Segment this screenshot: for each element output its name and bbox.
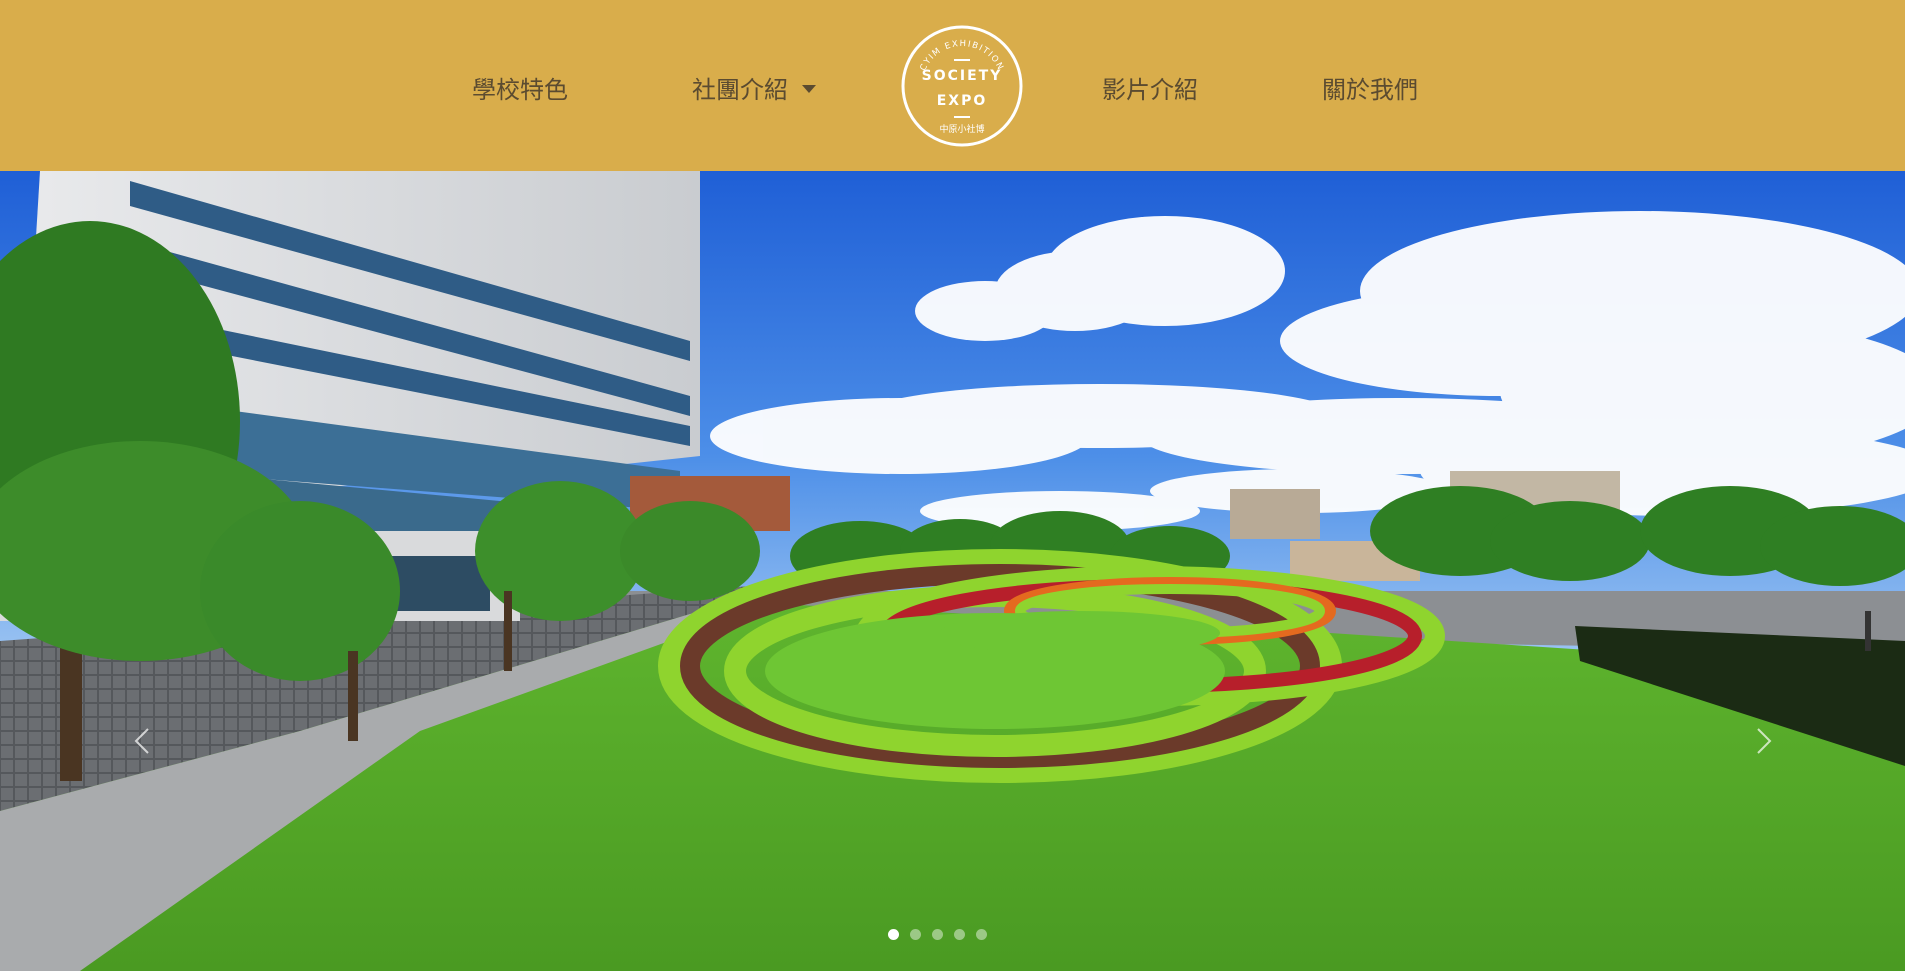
- nav-item-about-us[interactable]: 關於我們: [1322, 72, 1418, 108]
- campus-photo: [0, 171, 1905, 971]
- carousel-indicator-2[interactable]: [910, 929, 921, 940]
- carousel-indicator-3[interactable]: [932, 929, 943, 940]
- nav-label: 影片介紹: [1102, 76, 1198, 104]
- nav-label: 學校特色: [472, 76, 568, 104]
- logo-bottom-text: 中原小社博: [939, 123, 984, 135]
- nav-label: 關於我們: [1322, 76, 1418, 104]
- carousel-indicator-1[interactable]: [888, 929, 899, 940]
- chevron-right-icon[interactable]: [1748, 711, 1778, 771]
- carousel-indicator-4[interactable]: [954, 929, 965, 940]
- top-navbar: 學校特色 社團介紹 影片介紹 關於我們 CYIM EXHIBITION SOCI…: [0, 0, 1905, 171]
- caret-down-icon: [802, 85, 816, 93]
- carousel-indicators: [888, 929, 987, 943]
- nav-item-school-features[interactable]: 學校特色: [472, 72, 568, 108]
- nav-label: 社團介紹: [692, 76, 788, 104]
- nav-item-video-intro[interactable]: 影片介紹: [1102, 72, 1198, 108]
- logo-line2: EXPO: [937, 93, 988, 109]
- carousel-indicator-5[interactable]: [976, 929, 987, 940]
- site-logo[interactable]: CYIM EXHIBITION SOCIETY EXPO 中原小社博: [900, 24, 1024, 148]
- nav-item-club-intro[interactable]: 社團介紹: [692, 72, 816, 108]
- hero-carousel: [0, 171, 1905, 971]
- logo-line1: SOCIETY: [922, 68, 1003, 84]
- chevron-left-icon[interactable]: [128, 711, 158, 771]
